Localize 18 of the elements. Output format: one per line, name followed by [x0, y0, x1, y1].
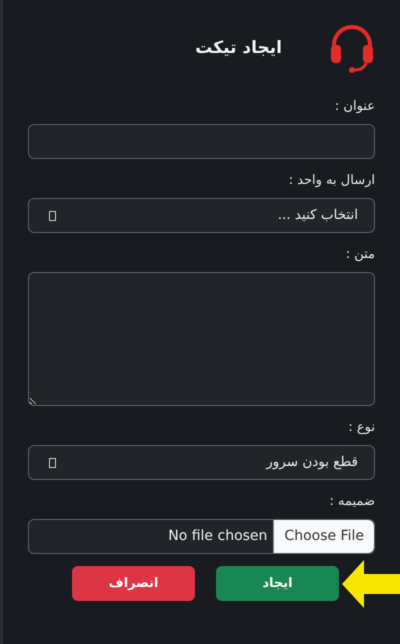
file-field[interactable]: No file chosen Choose File — [28, 519, 375, 554]
select-field[interactable]: انتخاب کنید ... — [28, 198, 375, 233]
field-label: ضمیمه : — [328, 493, 375, 511]
title-input[interactable] — [28, 124, 375, 159]
file-status-text: No file chosen — [168, 527, 268, 546]
select-field[interactable]: قطع بودن سرور — [28, 445, 375, 480]
headset-icon — [330, 24, 374, 72]
cancel-button[interactable]: انصراف — [72, 566, 195, 601]
missing-glyph-icon — [49, 458, 56, 468]
page-title: ایجاد تیکت — [195, 36, 282, 60]
choose-file-button[interactable]: Choose File — [273, 520, 374, 553]
message-textarea[interactable] — [28, 272, 375, 406]
field-label: عنوان : — [334, 98, 375, 116]
missing-glyph-icon — [49, 210, 56, 220]
field-label: متن : — [344, 246, 375, 264]
field-label: ارسال به واحد : — [288, 172, 375, 190]
field-label: نوع : — [347, 419, 375, 437]
create-button[interactable]: ایجاد — [216, 566, 339, 601]
